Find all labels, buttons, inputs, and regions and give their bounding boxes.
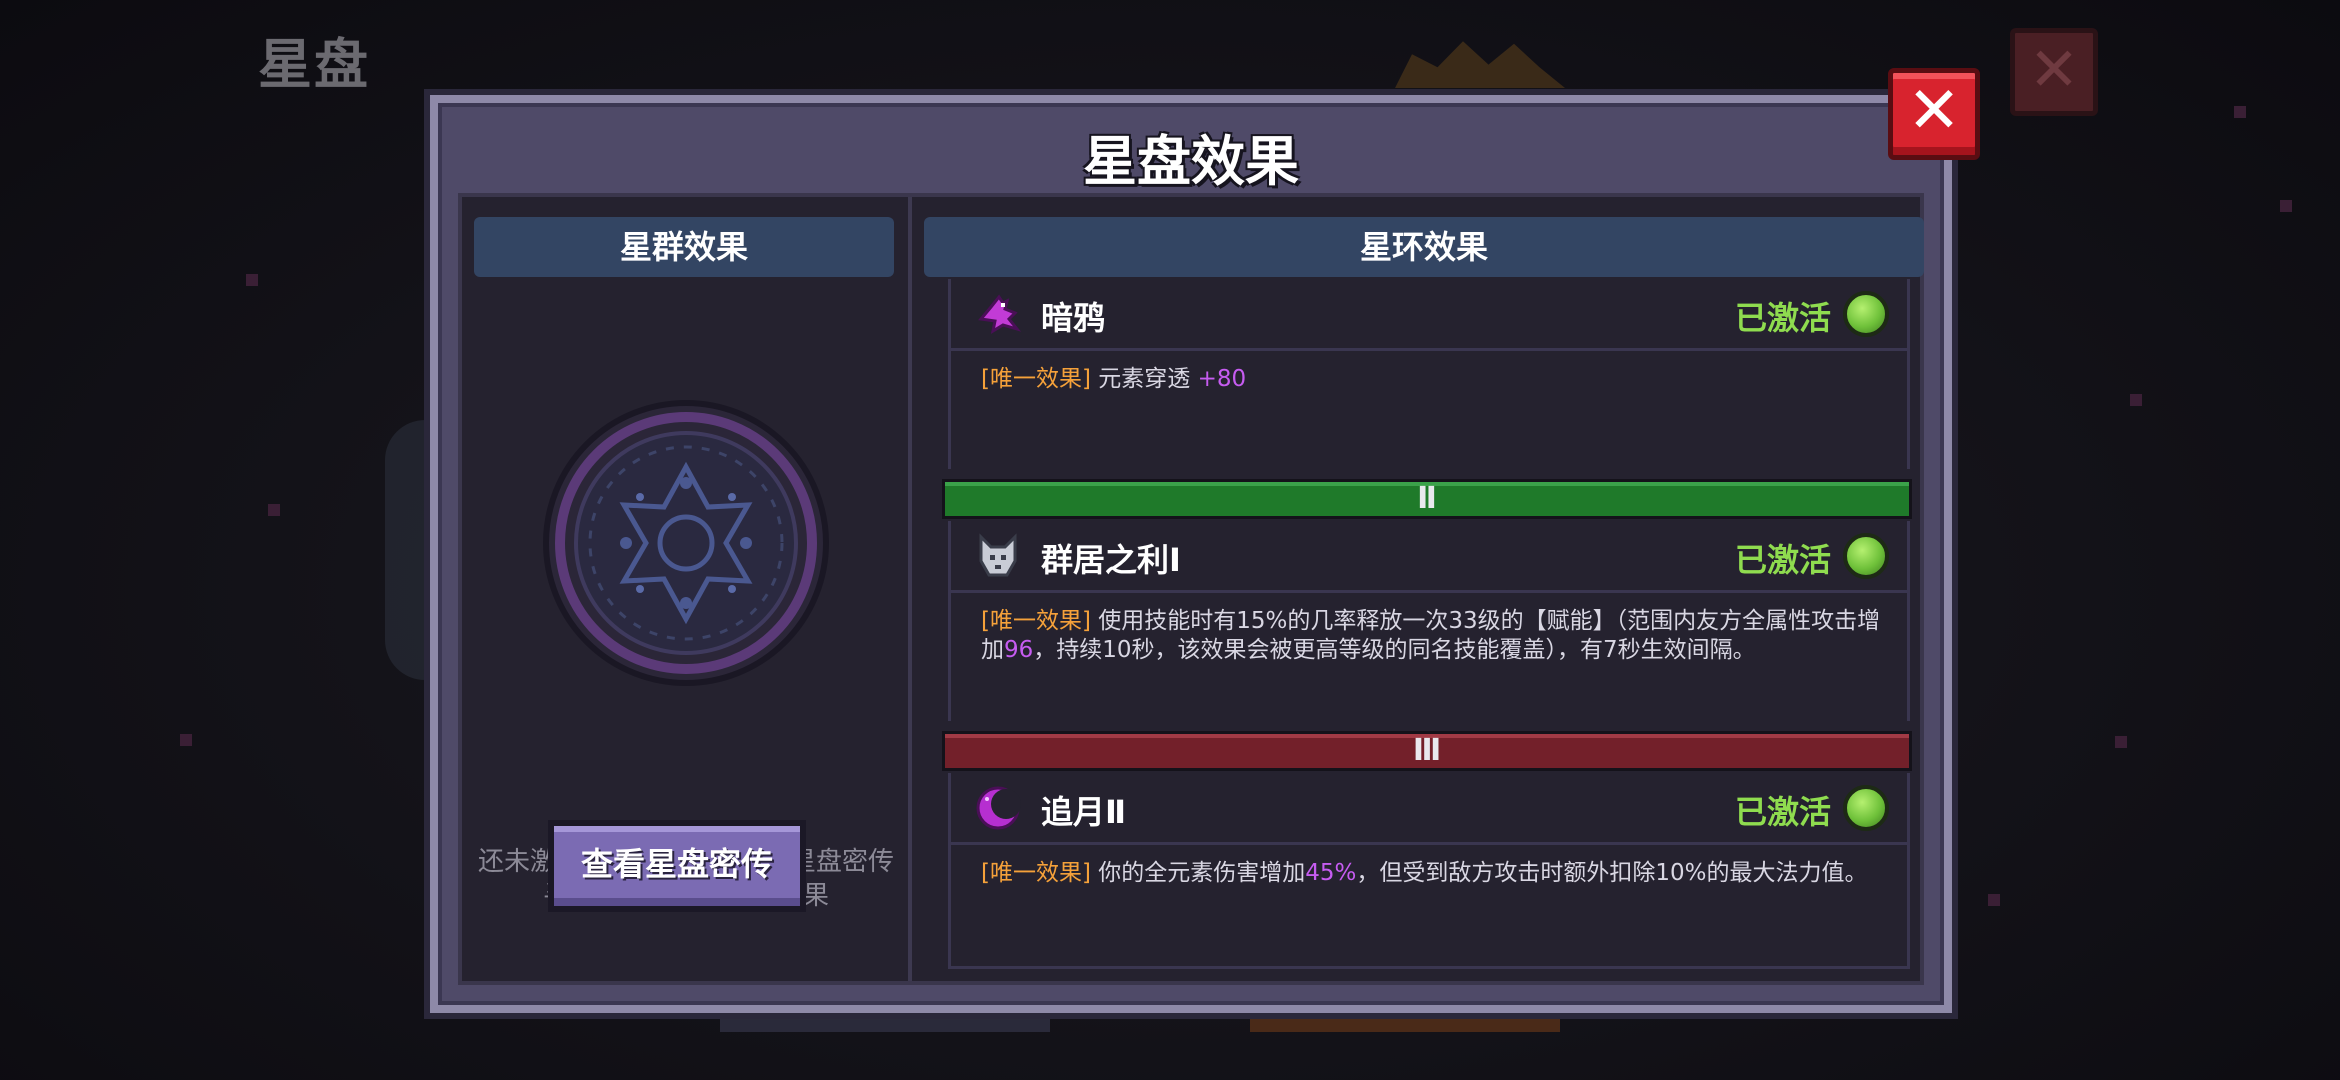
background-star bbox=[268, 504, 280, 516]
background-star bbox=[246, 274, 258, 286]
activated-indicator-icon bbox=[1843, 785, 1889, 831]
ring-effects-header: 星环效果 bbox=[924, 217, 1924, 277]
unique-effect-tag: [唯一效果] bbox=[981, 608, 1091, 634]
effect-value: 45% bbox=[1305, 860, 1357, 886]
ring-card-header: 暗鸦 已激活 bbox=[951, 279, 1907, 351]
close-icon: ✕ bbox=[1907, 74, 1961, 148]
close-button[interactable]: ✕ bbox=[1888, 68, 1980, 160]
effect-text: 你的全元素伤害增加 bbox=[1098, 860, 1306, 886]
activated-status: 已激活 bbox=[1734, 541, 1831, 579]
background-star bbox=[2234, 106, 2246, 118]
activated-indicator-icon bbox=[1843, 291, 1889, 337]
ring-effect-description: [唯一效果] 使用技能时有15%的几率释放一次33级的【赋能】（范围内友方全属性… bbox=[981, 607, 1883, 665]
ring-name: 群居之利Ⅰ bbox=[1041, 541, 1181, 579]
background-star bbox=[1988, 894, 2000, 906]
background-star bbox=[2130, 394, 2142, 406]
activated-status: 已激活 bbox=[1734, 299, 1831, 337]
background-star bbox=[180, 734, 192, 746]
moon-icon bbox=[976, 786, 1021, 830]
panel-divider bbox=[908, 197, 912, 981]
star-chart-emblem-icon bbox=[543, 400, 829, 686]
ring-name: 追月Ⅱ bbox=[1041, 793, 1127, 831]
tier-divider-2: Ⅱ bbox=[942, 479, 1912, 519]
ring-name: 暗鸦 bbox=[1041, 299, 1106, 337]
crow-icon bbox=[978, 294, 1022, 335]
ring-card-header: 群居之利Ⅰ 已激活 bbox=[951, 521, 1907, 593]
constellation-effects-header: 星群效果 bbox=[474, 217, 894, 277]
effect-text: ，但受到敌方攻击时额外扣除10%的最大法力值。 bbox=[1356, 860, 1868, 886]
activated-status: 已激活 bbox=[1734, 793, 1831, 831]
effect-text: ，持续10秒，该效果会被更高等级的同名技能覆盖），有7秒生效间隔。 bbox=[1033, 637, 1756, 663]
ring-card-header: 追月Ⅱ 已激活 bbox=[951, 773, 1907, 845]
background-close-icon: ✕ bbox=[2010, 28, 2098, 116]
tier-divider-3: Ⅲ bbox=[942, 731, 1912, 771]
background-star bbox=[2280, 200, 2292, 212]
effect-text: 元素穿透 bbox=[1098, 366, 1191, 392]
ring-effect-description: [唯一效果] 你的全元素伤害增加45%，但受到敌方攻击时额外扣除10%的最大法力… bbox=[981, 859, 1883, 888]
unique-effect-tag: [唯一效果] bbox=[981, 860, 1091, 886]
wolf-icon bbox=[979, 533, 1017, 577]
background-star bbox=[2115, 736, 2127, 748]
background-crown-decoration bbox=[1395, 41, 1565, 88]
effect-value: +80 bbox=[1197, 366, 1247, 392]
dialog-title: 星盘效果 bbox=[1083, 130, 1299, 193]
ring-effect-description: [唯一效果] 元素穿透 +80 bbox=[981, 365, 1883, 394]
background-decoration bbox=[1250, 1018, 1560, 1032]
background-decoration bbox=[720, 1018, 1050, 1032]
unique-effect-tag: [唯一效果] bbox=[981, 366, 1091, 392]
effect-value: 96 bbox=[1004, 637, 1034, 663]
background-page-title: 星盘 bbox=[258, 33, 370, 96]
ring-effect-card: 暗鸦 已激活 [唯一效果] 元素穿透 +80 bbox=[948, 279, 1910, 469]
ring-effect-card: 追月Ⅱ 已激活 [唯一效果] 你的全元素伤害增加45%，但受到敌方攻击时额外扣除… bbox=[948, 773, 1910, 969]
ring-effect-card: 群居之利Ⅰ 已激活 [唯一效果] 使用技能时有15%的几率释放一次33级的【赋能… bbox=[948, 521, 1910, 721]
activated-indicator-icon bbox=[1843, 533, 1889, 579]
view-star-chart-secrets-button[interactable]: 查看星盘密传 bbox=[548, 820, 806, 912]
